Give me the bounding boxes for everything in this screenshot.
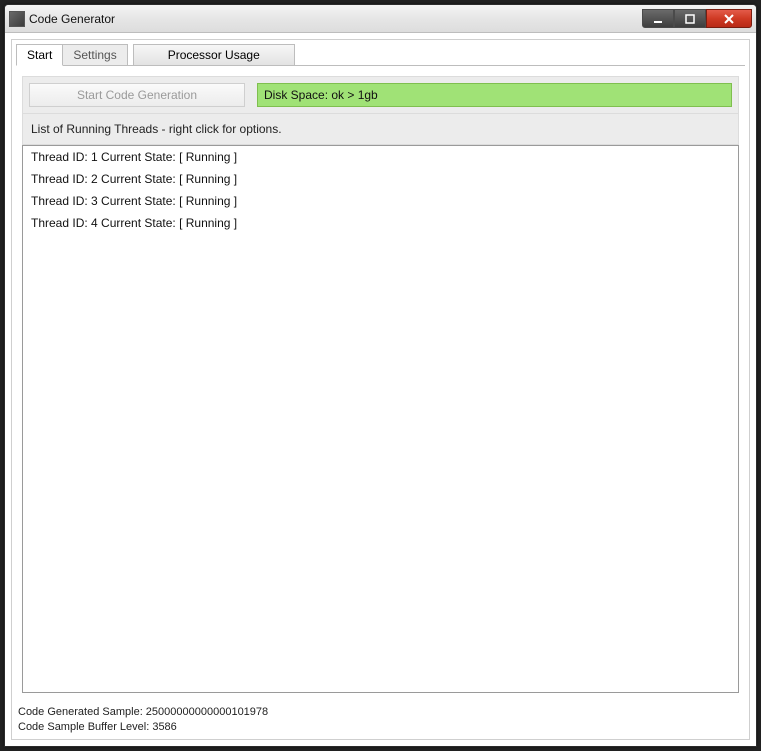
minimize-button[interactable] xyxy=(642,9,674,28)
maximize-button[interactable] xyxy=(674,9,706,28)
thread-row[interactable]: Thread ID: 3 Current State: [ Running ] xyxy=(23,190,738,212)
tab-content-start: Start Code Generation Disk Space: ok > 1… xyxy=(12,66,749,701)
threads-list-header: List of Running Threads - right click fo… xyxy=(22,114,739,145)
window-controls xyxy=(642,9,752,28)
close-button[interactable] xyxy=(706,9,752,28)
thread-row[interactable]: Thread ID: 4 Current State: [ Running ] xyxy=(23,212,738,234)
title-bar[interactable]: Code Generator xyxy=(5,5,756,33)
disk-space-status: Disk Space: ok > 1gb xyxy=(257,83,732,107)
minimize-icon xyxy=(652,13,664,25)
thread-row[interactable]: Thread ID: 2 Current State: [ Running ] xyxy=(23,168,738,190)
main-panel: Start Settings Processor Usage Start Cod… xyxy=(11,39,750,740)
app-icon xyxy=(9,11,25,27)
tab-strip: Start Settings Processor Usage xyxy=(12,40,749,66)
tab-start[interactable]: Start xyxy=(16,44,63,66)
thread-row[interactable]: Thread ID: 1 Current State: [ Running ] xyxy=(23,146,738,168)
maximize-icon xyxy=(684,13,696,25)
status-line-buffer: Code Sample Buffer Level: 3586 xyxy=(18,720,743,735)
threads-grid[interactable]: Thread ID: 1 Current State: [ Running ] … xyxy=(22,145,739,693)
close-icon xyxy=(723,13,735,25)
status-line-sample: Code Generated Sample: 25000000000000101… xyxy=(18,705,743,720)
window-title: Code Generator xyxy=(29,12,642,26)
toolbar-row: Start Code Generation Disk Space: ok > 1… xyxy=(22,76,739,114)
status-bar: Code Generated Sample: 25000000000000101… xyxy=(12,701,749,739)
tab-settings[interactable]: Settings xyxy=(62,44,127,66)
start-code-generation-button[interactable]: Start Code Generation xyxy=(29,83,245,107)
client-area: Start Settings Processor Usage Start Cod… xyxy=(5,33,756,746)
app-window: Code Generator Start Settings Processor … xyxy=(4,4,757,747)
tab-processor-usage[interactable]: Processor Usage xyxy=(133,44,295,66)
